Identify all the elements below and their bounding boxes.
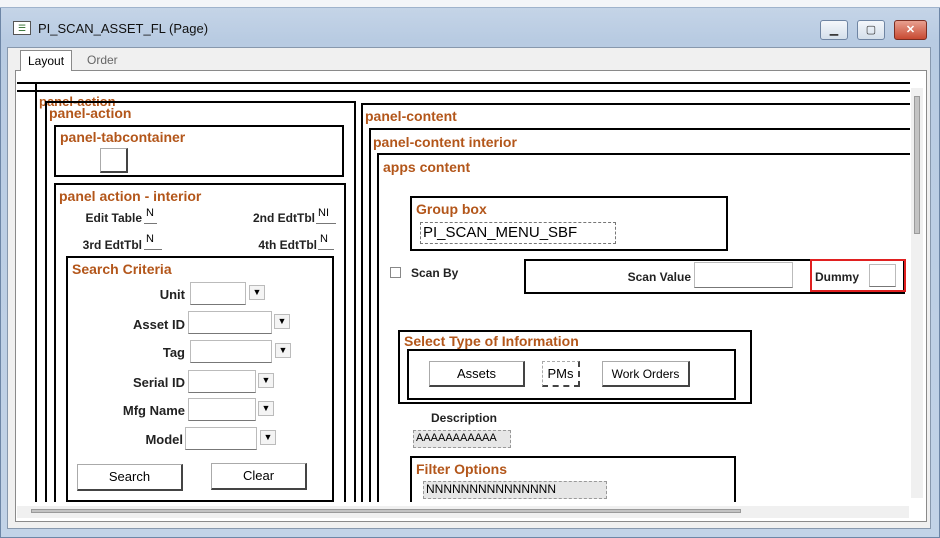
asset-id-label: Asset ID xyxy=(132,317,185,332)
edit-table-label: Edit Table xyxy=(85,211,142,225)
search-criteria-title: Search Criteria xyxy=(72,261,172,277)
maximize-button[interactable]: ▢ xyxy=(857,20,885,40)
close-icon: ✕ xyxy=(905,24,916,36)
outer-frame-line xyxy=(17,82,910,84)
edt3-field[interactable]: N xyxy=(144,232,162,250)
edt3-label: 3rd EdtTbl xyxy=(82,238,142,252)
close-button[interactable]: ✕ xyxy=(894,20,927,40)
panel-action-interior-title: panel action - interior xyxy=(59,188,202,204)
minimize-icon: ▁ xyxy=(829,24,839,36)
description-label: Description xyxy=(431,411,498,425)
unit-label: Unit xyxy=(159,287,185,302)
panel-action-title: panel-action xyxy=(49,105,132,121)
edt4-field[interactable]: N xyxy=(318,232,334,250)
group-box-field[interactable]: PI_SCAN_MENU_SBF xyxy=(420,222,616,244)
tabcontainer-button[interactable] xyxy=(100,148,128,173)
model-lookup-icon[interactable]: ▼ xyxy=(260,430,276,445)
panel-content-title: panel-content xyxy=(365,108,457,124)
tag-label: Tag xyxy=(162,345,185,360)
scan-by-checkbox[interactable] xyxy=(390,267,401,278)
edt2-field[interactable]: NI xyxy=(316,206,336,224)
apps-content-title: apps content xyxy=(383,159,471,175)
assets-button[interactable]: Assets xyxy=(429,361,525,387)
tag-lookup-icon[interactable]: ▼ xyxy=(275,343,291,358)
outer-frame-line xyxy=(35,82,37,502)
edt2-label: 2nd EdtTbl xyxy=(253,211,315,225)
model-input[interactable] xyxy=(185,427,257,450)
pms-button[interactable]: PMs xyxy=(542,361,580,387)
asset-id-input[interactable] xyxy=(188,311,272,334)
edit-table-field[interactable]: N xyxy=(144,206,157,224)
page-icon: ☰ xyxy=(13,21,31,35)
panel-content-interior-title: panel-content interior xyxy=(373,134,517,150)
mfg-name-input[interactable] xyxy=(188,398,256,421)
model-label: Model xyxy=(145,432,183,447)
dummy-label: Dummy xyxy=(815,270,860,284)
scan-value-label: Scan Value xyxy=(627,270,691,284)
edt4-label: 4th EdtTbl xyxy=(258,238,317,252)
dummy-input[interactable] xyxy=(869,264,896,287)
unit-input[interactable] xyxy=(190,282,246,305)
vertical-scroll-thumb[interactable] xyxy=(914,96,920,234)
filter-options-title: Filter Options xyxy=(416,461,507,477)
panel-tabcontainer-group[interactable]: panel-tabcontainer xyxy=(54,125,344,177)
serial-id-lookup-icon[interactable]: ▼ xyxy=(258,373,274,388)
minimize-button[interactable]: ▁ xyxy=(820,20,848,40)
serial-id-label: Serial ID xyxy=(132,375,185,390)
window-title: PI_SCAN_ASSET_FL (Page) xyxy=(38,21,209,36)
tab-layout[interactable]: Layout xyxy=(20,50,73,71)
top-strip xyxy=(0,0,940,8)
scan-by-label: Scan By xyxy=(411,266,459,280)
design-canvas[interactable]: panel-action panel-action panel-tabconta… xyxy=(17,72,910,502)
mfg-name-lookup-icon[interactable]: ▼ xyxy=(258,401,274,416)
maximize-icon: ▢ xyxy=(865,24,877,36)
tab-order[interactable]: Order xyxy=(80,50,125,71)
tag-input[interactable] xyxy=(190,340,272,363)
work-orders-button[interactable]: Work Orders xyxy=(602,361,690,387)
filter-options-field[interactable]: NNNNNNNNNNNNNNN xyxy=(423,481,607,499)
panel-tabcontainer-title: panel-tabcontainer xyxy=(60,129,186,145)
unit-lookup-icon[interactable]: ▼ xyxy=(249,285,265,300)
asset-id-lookup-icon[interactable]: ▼ xyxy=(274,314,290,329)
select-type-title: Select Type of Information xyxy=(404,333,579,349)
description-field[interactable]: AAAAAAAAAAA xyxy=(413,430,511,448)
clear-button[interactable]: Clear xyxy=(211,463,307,490)
mfg-name-label: Mfg Name xyxy=(122,403,185,418)
horizontal-scroll-thumb[interactable] xyxy=(31,509,741,513)
serial-id-input[interactable] xyxy=(188,370,256,393)
scan-value-input[interactable] xyxy=(694,262,793,288)
search-button[interactable]: Search xyxy=(77,464,183,491)
group-box-title: Group box xyxy=(416,201,487,217)
outer-frame-line xyxy=(17,90,910,92)
